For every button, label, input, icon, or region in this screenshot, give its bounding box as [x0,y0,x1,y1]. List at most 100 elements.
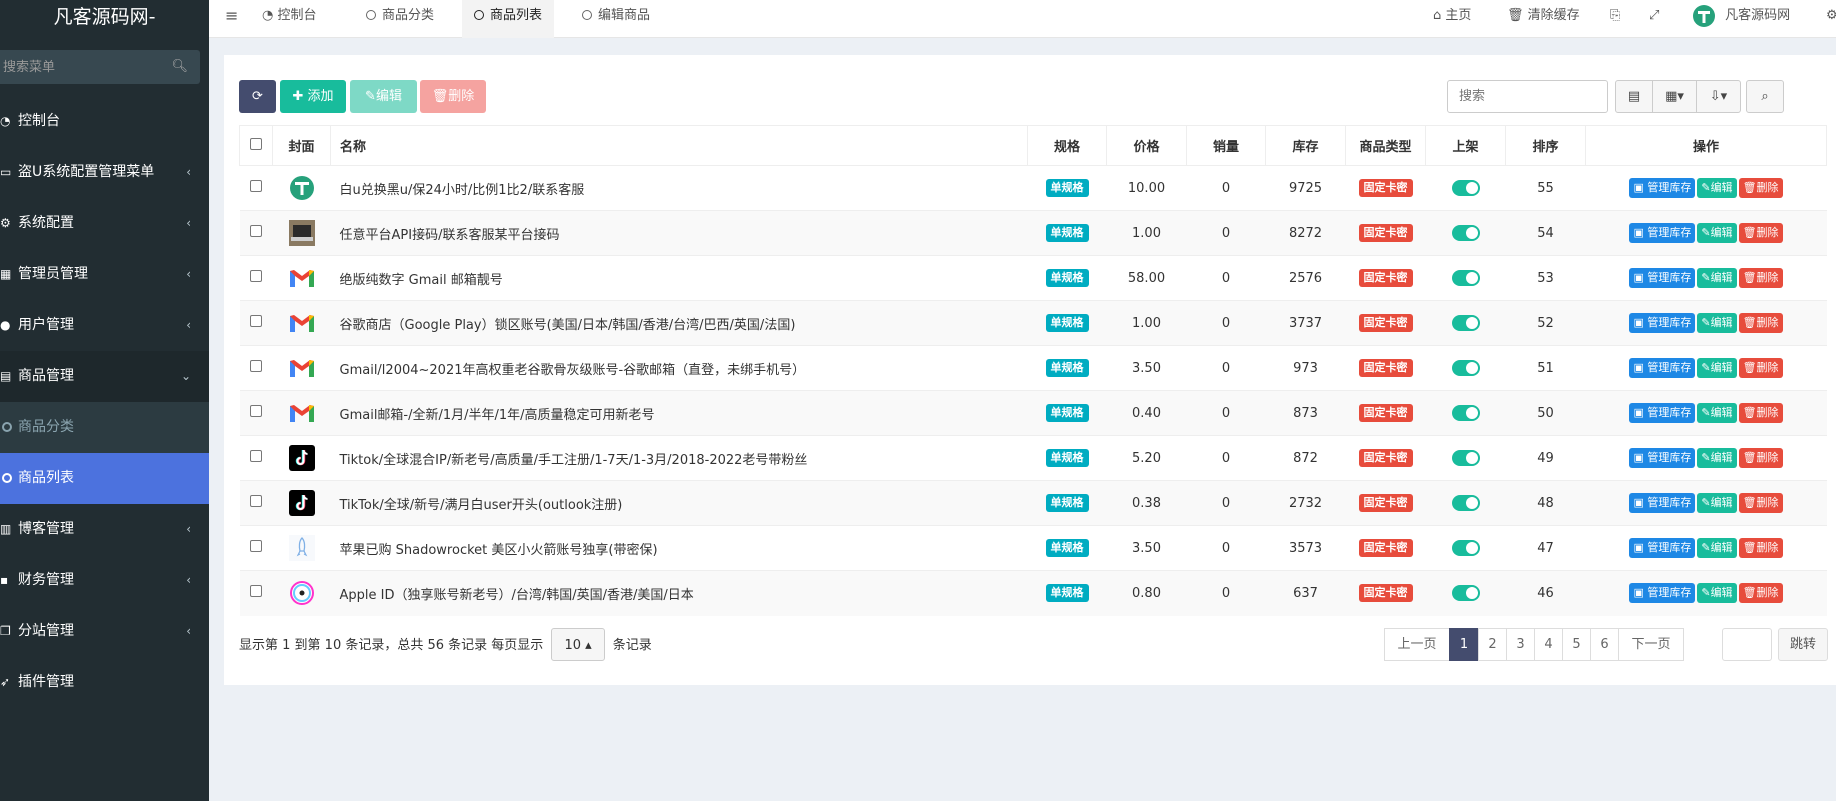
delete-row-button[interactable]: 🗑︎删除 [1738,448,1783,468]
delete-row-button[interactable]: 🗑︎删除 [1738,223,1783,243]
edit-row-button[interactable]: ✎编辑 [1697,178,1737,198]
page-button[interactable]: 1 [1449,628,1479,661]
sidebar-item-product-list[interactable]: 商品列表 [0,453,209,504]
manage-stock-button[interactable]: ▣ 管理库存 [1629,223,1696,243]
column-header[interactable]: 规格 [1027,125,1107,166]
fullscreen-icon[interactable]: ⤢ [1649,0,1659,38]
manage-stock-button[interactable]: ▣ 管理库存 [1629,448,1696,468]
edit-row-button[interactable]: ✎编辑 [1697,403,1737,423]
listing-toggle[interactable] [1451,585,1480,602]
sidebar-item-admin[interactable]: ▦ 管理员管理 ‹ [0,249,209,300]
manage-stock-button[interactable]: ▣ 管理库存 [1629,538,1696,558]
row-checkbox[interactable] [250,585,262,598]
cover-image[interactable] [287,176,317,200]
sidebar-item-dashboard[interactable]: ◔ 控制台 [0,96,209,147]
manage-stock-button[interactable]: ▣ 管理库存 [1629,268,1696,288]
sidebar-item-plugins[interactable]: ➶ 插件管理 [0,657,209,708]
column-header[interactable]: 商品类型 [1345,125,1426,166]
listing-toggle[interactable] [1451,405,1480,421]
export-button[interactable]: ⇩▾ [1696,80,1741,113]
column-header[interactable]: 封面 [272,125,331,166]
jump-page-input[interactable] [1722,628,1772,661]
site-profile[interactable]: 凡客源码网 [1693,0,1790,38]
manage-stock-button[interactable]: ▣ 管理库存 [1629,493,1696,513]
delete-row-button[interactable]: 🗑︎删除 [1738,403,1783,423]
page-button[interactable]: 2 [1478,628,1507,661]
add-button[interactable]: ✚ 添加 [280,80,346,113]
row-checkbox[interactable] [250,360,262,372]
clear-cache-button[interactable]: 🗑︎ 清除缓存 [1507,0,1580,38]
cover-image[interactable] [287,490,317,516]
cover-image[interactable] [287,535,317,561]
row-checkbox[interactable] [250,495,262,507]
page-button[interactable]: 5 [1562,628,1591,661]
language-icon[interactable]: ⎘ [1610,0,1620,38]
edit-row-button[interactable]: ✎编辑 [1697,268,1737,288]
sidebar-item-blog[interactable]: ▥ 博客管理 ‹ [0,504,209,555]
cover-image[interactable] [287,220,317,246]
listing-toggle[interactable] [1451,270,1480,286]
edit-row-button[interactable]: ✎编辑 [1697,358,1737,378]
menu-toggle-icon[interactable]: ≡ [225,0,238,38]
toggle-view-button[interactable]: ▤ [1615,80,1653,113]
row-checkbox[interactable] [250,270,262,282]
tab-dashboard[interactable]: ◔ 控制台 [262,0,317,38]
edit-row-button[interactable]: ✎编辑 [1697,223,1737,243]
delete-row-button[interactable]: 🗑︎删除 [1738,493,1783,513]
page-button[interactable]: 3 [1506,628,1535,661]
edit-row-button[interactable]: ✎编辑 [1697,583,1737,604]
menu-search-input[interactable] [0,50,200,84]
delete-row-button[interactable]: 🗑︎删除 [1738,538,1783,558]
delete-row-button[interactable]: 🗑︎删除 [1738,358,1783,378]
columns-button[interactable]: ▦▾ [1652,80,1697,113]
manage-stock-button[interactable]: ▣ 管理库存 [1629,583,1696,604]
select-all-checkbox[interactable] [250,137,262,150]
sidebar-item-substation[interactable]: ❐ 分站管理 ‹ [0,606,209,657]
edit-row-button[interactable]: ✎编辑 [1697,448,1737,468]
row-checkbox[interactable] [250,315,262,327]
listing-toggle[interactable] [1451,180,1480,196]
next-page-button[interactable]: 下一页 [1618,628,1684,661]
manage-stock-button[interactable]: ▣ 管理库存 [1629,403,1696,423]
tab-product-category[interactable]: 商品分类 [366,0,434,38]
edit-button[interactable]: ✎编辑 [350,80,417,113]
row-checkbox[interactable] [250,405,262,417]
edit-row-button[interactable]: ✎编辑 [1697,538,1737,558]
column-header[interactable]: 上架 [1425,125,1506,166]
row-checkbox[interactable] [250,180,262,192]
edit-row-button[interactable]: ✎编辑 [1697,493,1737,513]
cover-image[interactable] [287,270,317,287]
column-header[interactable]: 库存 [1265,125,1346,166]
delete-button[interactable]: 🗑︎删除 [420,80,486,113]
row-checkbox[interactable] [250,225,262,237]
tab-product-list[interactable]: 商品列表 [462,0,555,38]
app-logo[interactable]: 凡客源码网- [0,0,209,38]
cover-image[interactable] [287,445,317,471]
tab-edit-product[interactable]: 编辑商品 [582,0,650,38]
manage-stock-button[interactable]: ▣ 管理库存 [1629,313,1696,333]
home-link[interactable]: ⌂ 主页 [1433,0,1471,38]
jump-button[interactable]: 跳转 [1778,628,1828,661]
cover-image[interactable] [287,581,317,606]
listing-toggle[interactable] [1451,315,1480,331]
column-header[interactable]: 名称 [330,125,1028,166]
sidebar-item-u-config[interactable]: ▭ 盗U系统配置管理菜单 ‹ [0,147,209,198]
delete-row-button[interactable]: 🗑︎删除 [1738,268,1783,288]
manage-stock-button[interactable]: ▣ 管理库存 [1629,358,1696,378]
listing-toggle[interactable] [1451,495,1480,511]
listing-toggle[interactable] [1451,360,1480,376]
cover-image[interactable] [287,360,317,377]
refresh-button[interactable]: ⟳ [239,80,276,113]
listing-toggle[interactable] [1451,450,1480,466]
table-search-input[interactable] [1447,80,1608,113]
row-checkbox[interactable] [250,540,262,552]
column-header[interactable]: 销量 [1186,125,1266,166]
delete-row-button[interactable]: 🗑︎删除 [1738,178,1783,198]
row-checkbox[interactable] [250,450,262,462]
sidebar-item-finance[interactable]: ▪ 财务管理 ‹ [0,555,209,606]
manage-stock-button[interactable]: ▣ 管理库存 [1629,178,1696,198]
cover-image[interactable] [287,315,317,332]
page-button[interactable]: 6 [1590,628,1619,661]
sidebar-item-users[interactable]: ● 用户管理 ‹ [0,300,209,351]
sidebar-item-products[interactable]: ▤ 商品管理 ⌄ [0,351,209,402]
